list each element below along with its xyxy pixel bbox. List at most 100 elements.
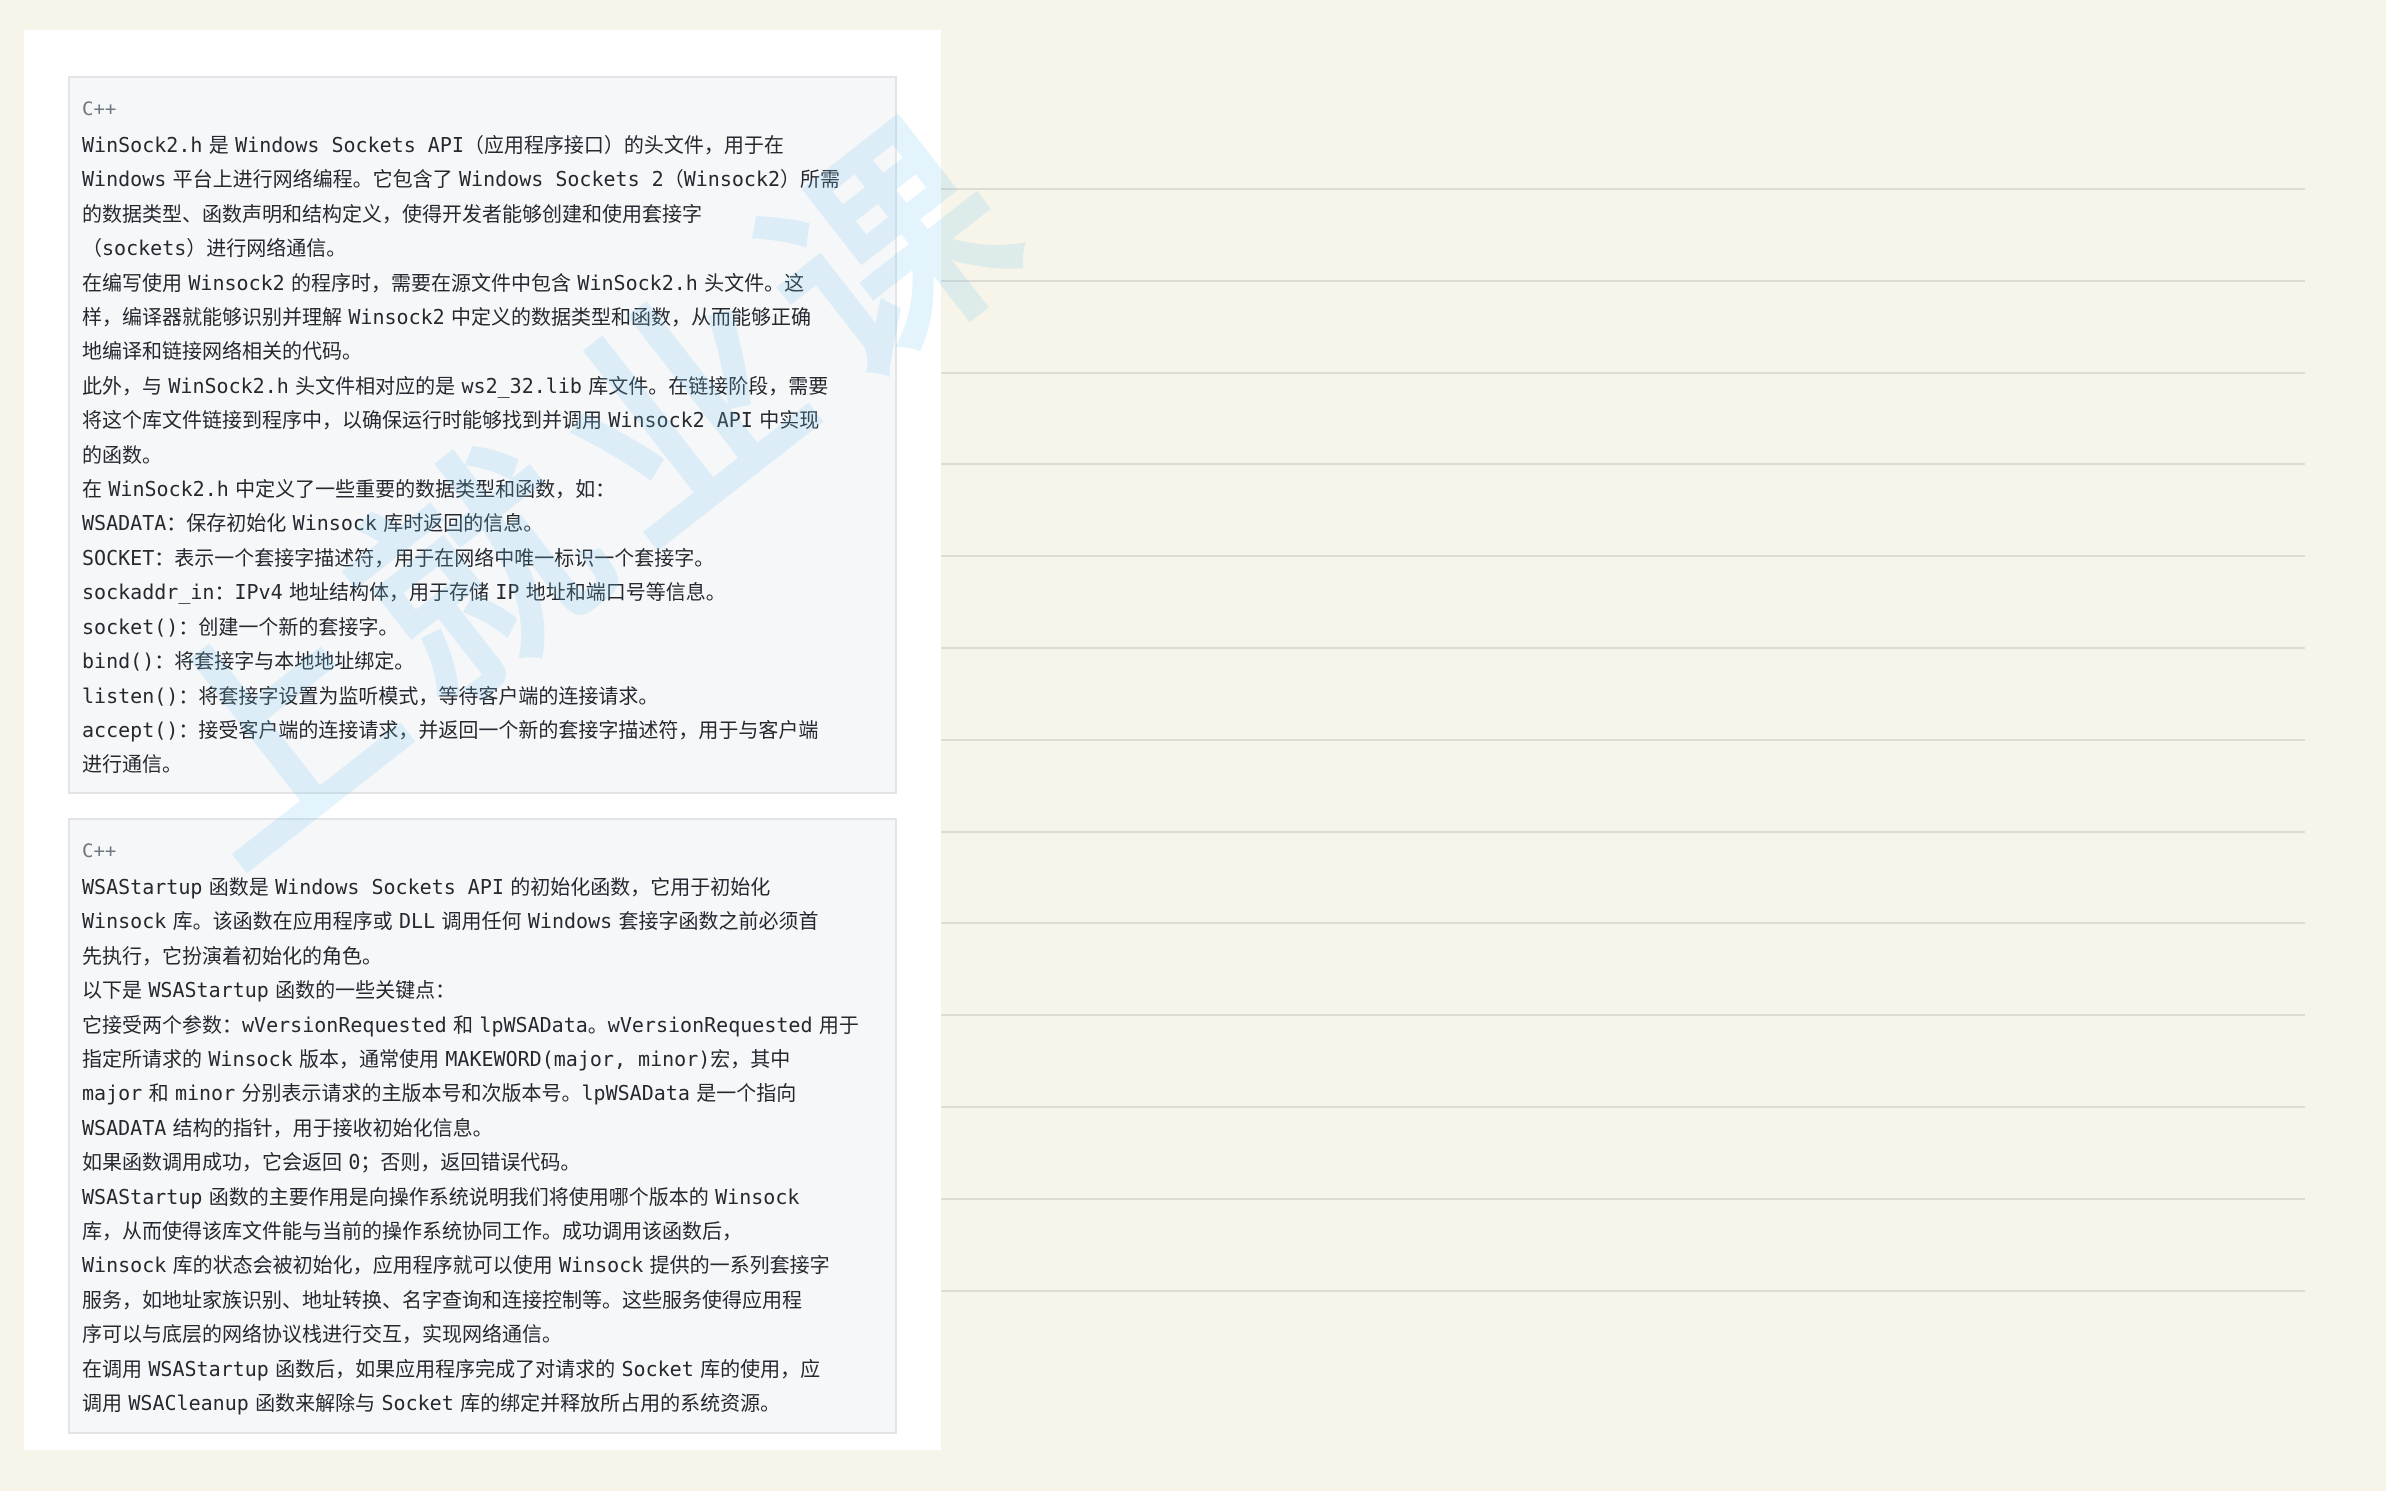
text-run: 调用 xyxy=(82,1391,129,1416)
ruled-line xyxy=(940,738,2305,741)
text-line: （sockets）进行网络通信。 xyxy=(82,231,883,265)
text-run: 在编写使用 xyxy=(82,270,189,295)
code-block-winsock2-h: C++ WinSock2.h 是 Windows Sockets API（应用程… xyxy=(68,76,897,794)
code-token: WSAStartup xyxy=(148,978,269,1003)
text-run: ）进行网络通信。 xyxy=(186,236,347,261)
text-run: ；否则，返回错误代码。 xyxy=(360,1150,581,1175)
text-run: 样，编译器就能够识别并理解 xyxy=(82,305,349,330)
text-run: 在调用 xyxy=(82,1356,149,1381)
text-run: 。 xyxy=(587,1012,608,1037)
code-token: WSAStartup xyxy=(148,1356,269,1381)
text-run: 它接受两个参数： xyxy=(82,1012,242,1037)
text-run: （ xyxy=(82,236,102,261)
text-run: 库。该函数在应用程序或 xyxy=(166,909,400,934)
code-token: WSAStartup xyxy=(82,1184,203,1209)
code-token: Windows xyxy=(82,167,167,192)
code-token: Winsock2 API xyxy=(608,408,753,433)
text-run: 是一个指向 xyxy=(689,1081,797,1106)
code-token: Winsock xyxy=(82,909,167,934)
text-run: 中实现 xyxy=(752,408,820,433)
code-token: Windows xyxy=(527,909,613,934)
code-token: SOCKET xyxy=(82,545,155,570)
ruled-line xyxy=(940,188,2305,190)
code-token: Socket xyxy=(621,1356,694,1381)
text-run: 此外，与 xyxy=(82,373,169,398)
code-token: Winsock xyxy=(82,1253,167,1278)
text-line: 库，从而使得该库文件能与当前的操作系统协同工作。成功调用该函数后， xyxy=(82,1214,883,1248)
text-line: 在 WinSock2.h 中定义了一些重要的数据类型和函数，如： xyxy=(82,472,883,506)
code-token: lpWSAData xyxy=(581,1081,690,1106)
text-run: ）所需 xyxy=(780,167,841,192)
text-line: WSADATA 结构的指针，用于接收初始化信息。 xyxy=(82,1111,883,1145)
text-run: 结构的指针，用于接收初始化信息。 xyxy=(166,1115,493,1140)
text-run: ：接受客户端的连接请求，并返回一个新的套接字描述符，用于与客户端 xyxy=(178,717,819,742)
ruled-lines xyxy=(940,0,2305,1491)
text-line: 它接受两个参数：wVersionRequested 和 lpWSAData。wV… xyxy=(82,1008,883,1042)
text-run: 地编译和链接网络相关的代码。 xyxy=(82,339,362,364)
code-token: WSAStartup xyxy=(82,875,203,899)
code-token: Winsock xyxy=(292,511,377,536)
ruled-line xyxy=(940,1289,2305,1292)
text-line: 指定所请求的 Winsock 版本，通常使用 MAKEWORD(major, m… xyxy=(82,1042,883,1076)
text-run: 中定义了一些重要的数据类型和函数，如： xyxy=(228,477,616,502)
text-line: 地编译和链接网络相关的代码。 xyxy=(82,334,883,368)
text-run: （ xyxy=(663,167,684,192)
text-run: 库的使用，应 xyxy=(693,1356,821,1381)
code-token: wVersionRequested xyxy=(607,1012,813,1037)
text-run: 的函数。 xyxy=(82,442,162,467)
code-token: WinSock2.h xyxy=(577,270,698,295)
text-line: Winsock 库。该函数在应用程序或 DLL 调用任何 Windows 套接字… xyxy=(82,904,883,938)
text-line: sockaddr_in：IPv4 地址结构体，用于存储 IP 地址和端口号等信息… xyxy=(82,575,883,609)
text-run: 宏，其中 xyxy=(710,1047,791,1072)
text-line: 的数据类型、函数声明和结构定义，使得开发者能够创建和使用套接字 xyxy=(82,197,883,231)
ruled-line xyxy=(940,371,2305,374)
text-line: WSADATA：保存初始化 Winsock 库时返回的信息。 xyxy=(82,506,883,540)
ruled-line xyxy=(940,279,2305,282)
code-token: socket() xyxy=(82,614,179,639)
text-line: socket()：创建一个新的套接字。 xyxy=(82,610,883,644)
ruled-line xyxy=(940,1014,2305,1017)
text-run: 地址结构体，用于存储 xyxy=(282,580,496,605)
text-run: 库的绑定并释放所占用的系统资源。 xyxy=(453,1391,781,1416)
code-token: sockets xyxy=(102,236,187,261)
code-token: bind() xyxy=(82,649,155,674)
text-run: 头文件。这 xyxy=(697,270,805,295)
code-token: DLL xyxy=(399,909,436,934)
code-token: Winsock2 xyxy=(188,270,285,295)
text-line: 的函数。 xyxy=(82,438,883,472)
code-token: Windows Sockets API xyxy=(275,875,504,899)
text-run: 中定义的数据类型和函数，从而能够正确 xyxy=(444,305,812,330)
ruled-line xyxy=(940,463,2305,466)
text-run: 函数后，如果应用程序完成了对请求的 xyxy=(268,1356,622,1381)
text-run: ：保存初始化 xyxy=(166,511,293,536)
code-token: WinSock2.h xyxy=(168,373,289,398)
text-run: 提供的一系列套接字 xyxy=(643,1253,830,1278)
text-run: 用于 xyxy=(812,1012,859,1037)
document-page: C++ WinSock2.h 是 Windows Sockets API（应用程… xyxy=(24,30,941,1450)
ruled-line xyxy=(940,647,2305,649)
code-token: WinSock2.h xyxy=(82,133,203,157)
text-line: 如果函数调用成功，它会返回 0；否则，返回错误代码。 xyxy=(82,1145,883,1179)
code-block-lines: WinSock2.h 是 Windows Sockets API（应用程序接口）… xyxy=(82,128,883,782)
ruled-line xyxy=(940,555,2305,558)
code-token: Socket xyxy=(381,1391,454,1416)
code-language-label: C++ xyxy=(82,98,117,120)
text-line: 进行通信。 xyxy=(82,747,883,781)
text-line: WinSock2.h 是 Windows Sockets API（应用程序接口）… xyxy=(82,128,883,162)
text-line: bind()：将套接字与本地地址绑定。 xyxy=(82,644,883,678)
text-run: 先执行，它扮演着初始化的角色。 xyxy=(82,943,382,968)
text-run: 分别表示请求的主版本号和次版本号。 xyxy=(235,1081,582,1106)
code-token: WinSock2.h xyxy=(108,477,229,502)
text-run: 在 xyxy=(82,477,109,502)
text-run: 库文件。在链接阶段，需要 xyxy=(581,373,829,398)
text-run: 库，从而使得该库文件能与当前的操作系统协同工作。成功调用该函数后， xyxy=(82,1219,742,1244)
text-run: ：将套接字设置为监听模式，等待客户端的连接请求。 xyxy=(178,683,659,708)
text-line: 在调用 WSAStartup 函数后，如果应用程序完成了对请求的 Socket … xyxy=(82,1352,883,1386)
code-token: Winsock2 xyxy=(348,305,445,330)
text-run: 函数来解除与 xyxy=(248,1391,382,1416)
code-token: WSADATA xyxy=(82,1115,167,1140)
text-run: 调用任何 xyxy=(435,909,528,934)
code-token: Winsock xyxy=(715,1184,800,1209)
text-line: 以下是 WSAStartup 函数的一些关键点： xyxy=(82,973,883,1007)
text-run: 和 xyxy=(446,1012,480,1037)
